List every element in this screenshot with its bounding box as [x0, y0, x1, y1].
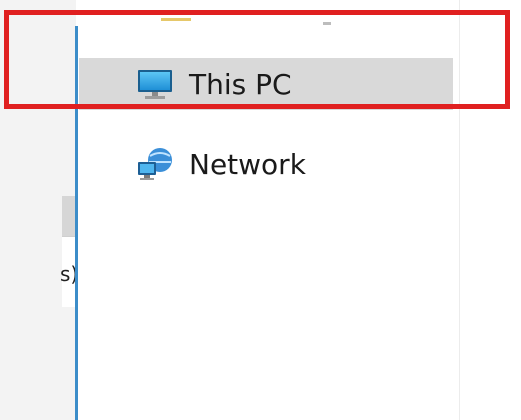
- dot-fragment: [323, 22, 331, 25]
- nav-item-this-pc[interactable]: This PC: [79, 58, 453, 110]
- monitor-icon: [135, 64, 175, 104]
- nav-item-label: Network: [189, 147, 306, 181]
- pane-splitter[interactable]: [75, 26, 78, 420]
- nav-item-network[interactable]: Network: [79, 138, 453, 190]
- nav-item-label: This PC: [189, 67, 292, 101]
- content-divider: [459, 0, 460, 420]
- folder-icon-fragment: [161, 18, 191, 21]
- left-scroll-segment: [62, 196, 76, 236]
- network-icon: [135, 144, 175, 184]
- file-explorer-crop: s) This PC Network: [0, 0, 521, 420]
- left-window-edge: s): [0, 0, 78, 420]
- navigation-pane: This PC Network: [79, 0, 459, 420]
